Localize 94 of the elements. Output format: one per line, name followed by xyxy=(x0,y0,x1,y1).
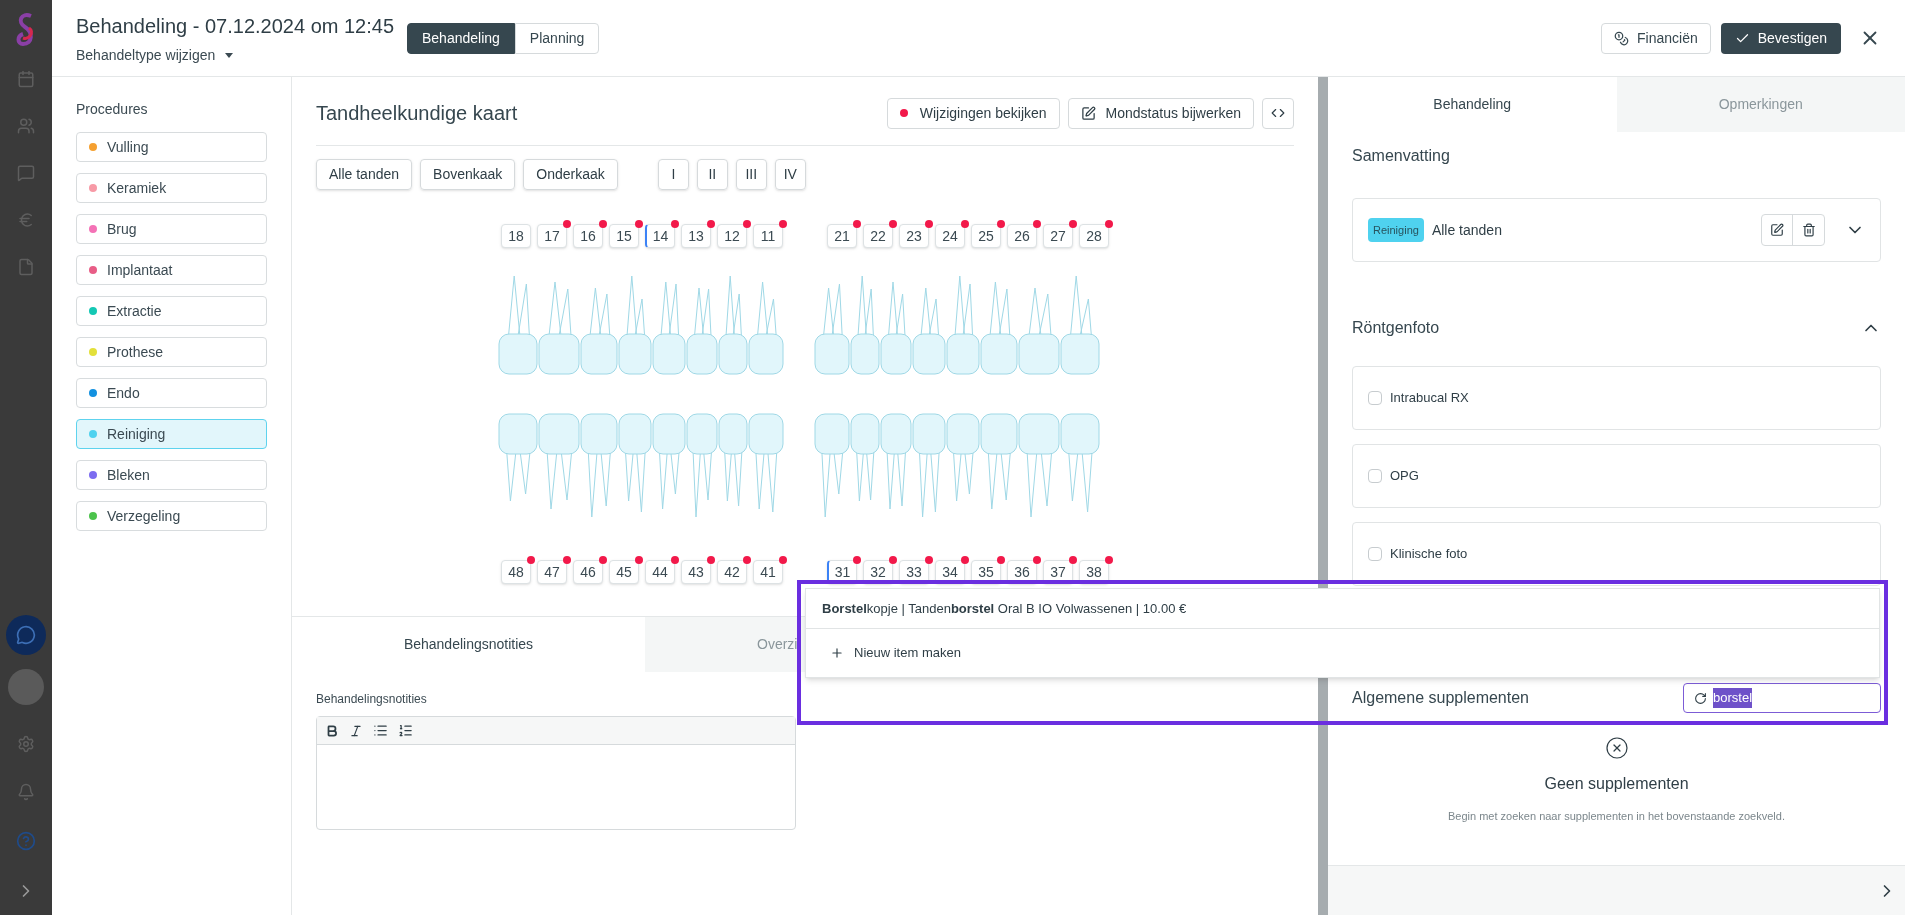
empty-state-icon xyxy=(1604,736,1629,760)
tooth-number[interactable]: 12 xyxy=(717,224,747,248)
code-button[interactable] xyxy=(1262,97,1294,129)
procedure-item[interactable]: Prothese xyxy=(76,337,267,367)
tooth-number[interactable]: 46 xyxy=(573,560,603,584)
tooth-number[interactable]: 44 xyxy=(645,560,675,584)
confirm-button[interactable]: Bevestigen xyxy=(1720,22,1841,54)
section-title: Algemene supplementen xyxy=(1352,688,1529,708)
filter-button[interactable]: Bovenkaak xyxy=(420,159,516,190)
view-changes-button[interactable]: Wijzigingen bekijken xyxy=(886,97,1060,129)
users-icon[interactable] xyxy=(17,117,35,135)
tooth-number[interactable]: 47 xyxy=(537,560,567,584)
tooth-number[interactable]: 45 xyxy=(609,560,639,584)
notifications-icon[interactable] xyxy=(17,783,35,801)
procedure-item[interactable]: Reiniging xyxy=(76,419,267,449)
procedure-item[interactable]: Extractie xyxy=(76,296,267,326)
empty-state-hint: Begin met zoeken naar supplementen in het bovenstaande zoekveld. xyxy=(1448,809,1785,824)
plus-icon xyxy=(830,646,844,660)
option-label: OPG xyxy=(1390,467,1419,486)
calendar-icon[interactable] xyxy=(17,70,35,88)
tooth-number[interactable]: 17 xyxy=(537,224,567,248)
coins-icon xyxy=(1614,30,1629,46)
checkbox[interactable] xyxy=(1368,391,1382,405)
chart-title: Tandheelkundige kaart xyxy=(316,101,518,126)
euro-icon[interactable] xyxy=(17,211,35,229)
option-label: Klinische foto xyxy=(1390,545,1468,564)
tooth-number[interactable]: 48 xyxy=(501,560,531,584)
section-title: Procedures xyxy=(76,100,149,119)
tooth-number[interactable]: 22 xyxy=(863,224,893,248)
tooth-number[interactable]: 13 xyxy=(681,224,711,248)
search-field[interactable]: borstel xyxy=(1683,683,1881,713)
tooth-number[interactable]: 24 xyxy=(935,224,965,248)
refresh-icon xyxy=(1694,691,1707,705)
procedure-item[interactable]: Verzegeling xyxy=(76,501,267,531)
procedure-item[interactable]: Endo xyxy=(76,378,267,408)
view-tab[interactable]: Behandeling xyxy=(407,22,515,54)
empty-state-title: Geen supplementen xyxy=(1544,774,1689,794)
numbered-list-icon[interactable] xyxy=(398,723,413,738)
field-label: Behandelingsnotities xyxy=(316,691,428,708)
bold-icon[interactable] xyxy=(325,723,339,738)
tooth-number[interactable]: 43 xyxy=(681,560,711,584)
message-icon[interactable] xyxy=(17,164,35,182)
search-result[interactable]: Borstelkopje | Tandenborstel Oral B IO Volwassenen | 10.00 € xyxy=(806,589,1879,629)
tooth-number[interactable]: 28 xyxy=(1079,224,1109,248)
finance-button[interactable]: Financiën xyxy=(1601,22,1711,54)
document-icon[interactable] xyxy=(17,258,35,276)
tooth-number[interactable]: 16 xyxy=(573,224,603,248)
option-label: Intrabucal RX xyxy=(1390,389,1469,408)
filter-button[interactable]: Onderkaak xyxy=(523,159,618,190)
edit-icon xyxy=(1080,105,1096,121)
tooth-number[interactable]: 41 xyxy=(753,560,783,584)
tooth-number[interactable]: 26 xyxy=(1007,224,1037,248)
tooth-number[interactable]: 42 xyxy=(717,560,747,584)
filter-button[interactable]: Alle tanden xyxy=(316,159,413,190)
search-value: borstel xyxy=(1713,688,1753,708)
tooth-number[interactable]: 21 xyxy=(827,224,857,248)
avatar[interactable] xyxy=(8,669,44,705)
italic-icon[interactable] xyxy=(349,723,363,738)
tooth-number[interactable]: 14 xyxy=(645,224,675,248)
page-title: Behandeling - 07.12.2024 om 12:45 xyxy=(76,13,396,39)
tooth-number[interactable]: 15 xyxy=(609,224,639,248)
quadrant-button[interactable]: III xyxy=(735,159,767,190)
section-title: Samenvatting xyxy=(1352,146,1451,166)
view-tab[interactable]: Planning xyxy=(514,22,600,54)
checkbox[interactable] xyxy=(1368,469,1382,483)
tooth-number[interactable]: 25 xyxy=(971,224,1001,248)
help-icon[interactable] xyxy=(16,831,36,851)
caret-icon xyxy=(225,52,234,58)
procedure-item[interactable]: Implantaat xyxy=(76,255,267,285)
procedure-item[interactable]: Brug xyxy=(76,214,267,244)
checkbox[interactable] xyxy=(1368,547,1382,561)
tooth-number[interactable]: 18 xyxy=(501,224,531,248)
new-item-button[interactable]: Nieuw item maken xyxy=(806,629,985,677)
quadrant-button[interactable]: I xyxy=(657,159,689,190)
procedure-tag: Reiniging xyxy=(1368,217,1424,243)
procedure-item[interactable]: Bleken xyxy=(76,460,267,490)
chat-button[interactable] xyxy=(6,615,46,655)
treatment-type-dropdown[interactable]: Behandeltype wijzigen xyxy=(76,44,396,66)
bullet-list-icon[interactable] xyxy=(373,723,388,738)
procedure-item[interactable]: Vulling xyxy=(76,132,267,162)
edit-icon xyxy=(1770,223,1784,237)
procedure-item[interactable]: Keramiek xyxy=(76,173,267,203)
tooth-number[interactable]: 27 xyxy=(1043,224,1073,248)
quadrant-button[interactable]: II xyxy=(696,159,728,190)
trash-icon xyxy=(1801,223,1816,237)
tooth-number[interactable]: 11 xyxy=(753,224,783,248)
update-status-button[interactable]: Mondstatus bijwerken xyxy=(1067,97,1254,129)
section-title: Röntgenfoto xyxy=(1352,318,1440,338)
settings-icon[interactable] xyxy=(17,735,35,753)
summary-label: Alle tanden xyxy=(1431,220,1502,240)
tooth-number[interactable]: 23 xyxy=(899,224,929,248)
quadrant-button[interactable]: IV xyxy=(774,159,806,190)
code-icon xyxy=(1271,106,1285,120)
chat-icon xyxy=(16,625,36,645)
